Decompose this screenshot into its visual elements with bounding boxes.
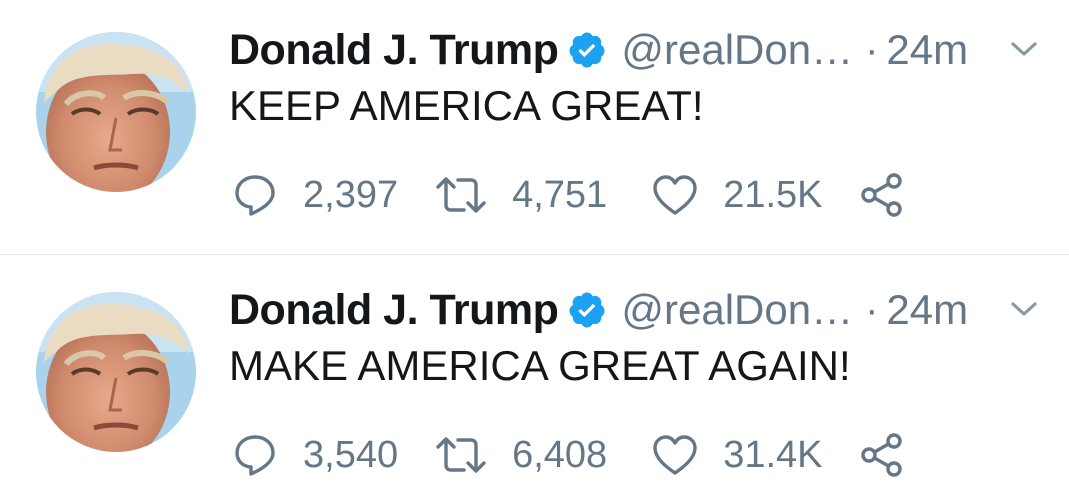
like-button[interactable]: 31.4K [651, 433, 823, 477]
tweet-text: MAKE AMERICA GREAT AGAIN! [229, 342, 851, 389]
like-count: 31.4K [723, 433, 823, 476]
chevron-down-icon[interactable] [1009, 38, 1039, 60]
author-handle[interactable]: @realDon… [621, 26, 853, 74]
timestamp[interactable]: 24m [886, 26, 968, 74]
share-button[interactable] [859, 172, 905, 218]
author-handle[interactable]: @realDon… [621, 286, 853, 334]
chevron-down-icon[interactable] [1009, 298, 1039, 320]
tweet-actions: 3,540 6,408 31.4K [233, 430, 905, 480]
retweet-button[interactable]: 4,751 [434, 174, 607, 217]
tweet-header: Donald J. Trump @realDon… · 24m [229, 282, 1039, 338]
separator-dot: · [865, 27, 879, 72]
verified-badge-icon [567, 30, 607, 70]
retweet-count: 4,751 [512, 173, 608, 216]
author-name[interactable]: Donald J. Trump [229, 26, 559, 75]
retweet-icon [434, 175, 488, 215]
tweet-feed: Donald J. Trump @realDon… · 24m KEEP AME… [0, 0, 1069, 502]
timestamp[interactable]: 24m [886, 286, 968, 334]
verified-badge-icon [567, 290, 607, 330]
reply-count: 3,540 [303, 433, 399, 476]
retweet-button[interactable]: 6,408 [434, 434, 607, 477]
author-name[interactable]: Donald J. Trump [229, 286, 559, 335]
reply-count: 2,397 [303, 173, 399, 216]
reply-button[interactable]: 2,397 [233, 173, 398, 217]
tweet-header: Donald J. Trump @realDon… · 24m [229, 22, 1039, 78]
reply-bubble-icon [233, 433, 277, 477]
tweet-text: KEEP AMERICA GREAT! [229, 82, 704, 129]
tweet-actions: 2,397 4,751 21.5K [233, 170, 905, 220]
share-icon [859, 172, 905, 218]
like-button[interactable]: 21.5K [651, 173, 823, 217]
share-button[interactable] [859, 432, 905, 478]
tweet[interactable]: Donald J. Trump @realDon… · 24m MAKE AME… [0, 255, 1069, 502]
avatar[interactable] [36, 292, 196, 452]
retweet-icon [434, 435, 488, 475]
separator-dot: · [865, 287, 879, 332]
share-icon [859, 432, 905, 478]
heart-icon [651, 173, 699, 217]
retweet-count: 6,408 [512, 433, 608, 476]
reply-bubble-icon [233, 173, 277, 217]
heart-icon [651, 433, 699, 477]
tweet[interactable]: Donald J. Trump @realDon… · 24m KEEP AME… [0, 0, 1069, 254]
like-count: 21.5K [723, 173, 823, 216]
avatar[interactable] [36, 32, 196, 192]
reply-button[interactable]: 3,540 [233, 433, 398, 477]
